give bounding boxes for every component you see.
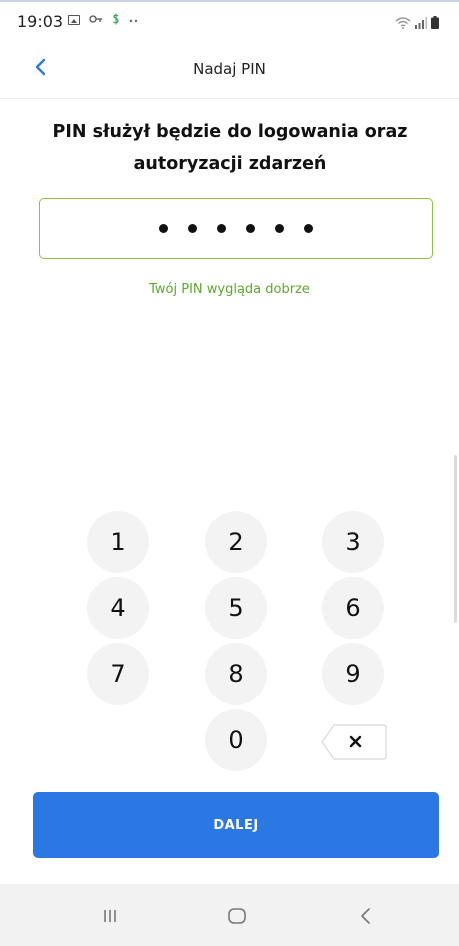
signal-icon <box>415 14 427 33</box>
keypad-key-1[interactable]: 1 <box>87 511 149 573</box>
status-time: 19:03 <box>17 12 64 31</box>
more-notifications-icon <box>129 14 139 26</box>
keypad-key-8[interactable]: 8 <box>205 643 267 705</box>
pin-instructions: PIN służył będzie do logowania oraz auto… <box>40 116 420 180</box>
nav-back-icon[interactable] <box>354 904 378 928</box>
pin-input-field[interactable] <box>39 198 433 259</box>
home-icon[interactable] <box>225 904 249 928</box>
keypad-key-6[interactable]: 6 <box>322 577 384 639</box>
recent-apps-icon[interactable] <box>98 904 122 928</box>
keypad-key-3[interactable]: 3 <box>322 511 384 573</box>
wifi-icon <box>395 14 411 33</box>
app-header: Nadaj PIN <box>0 46 459 99</box>
keypad-key-2[interactable]: 2 <box>205 511 267 573</box>
status-bar: 19:03 <box>0 0 459 46</box>
pin-dot <box>304 224 313 233</box>
status-notification-icons <box>68 13 139 27</box>
backspace-icon[interactable] <box>320 723 388 761</box>
keypad-key-4[interactable]: 4 <box>87 577 149 639</box>
pin-validation-message: Twój PIN wygląda dobrze <box>149 282 310 297</box>
pin-dot <box>275 224 284 233</box>
pin-dot <box>159 224 168 233</box>
page-title: Nadaj PIN <box>193 60 266 78</box>
pin-instructions-line-1: PIN służył będzie do logowania oraz <box>52 122 408 142</box>
keypad-key-0[interactable]: 0 <box>205 709 267 771</box>
gallery-notification-icon <box>68 15 80 25</box>
system-navigation-bar <box>0 884 459 946</box>
next-button[interactable]: DALEJ <box>33 792 439 858</box>
pin-dot <box>217 224 226 233</box>
keypad-key-9[interactable]: 9 <box>322 643 384 705</box>
pin-dot <box>246 224 255 233</box>
scrollbar <box>454 455 457 623</box>
key-notification-icon <box>89 14 103 27</box>
battery-icon <box>431 14 439 33</box>
keypad-key-5[interactable]: 5 <box>205 577 267 639</box>
pin-dot <box>188 224 197 233</box>
pin-instructions-line-2: autoryzacji zdarzeń <box>133 154 327 174</box>
money-notification-icon <box>112 13 120 27</box>
status-system-icons <box>395 14 439 33</box>
pin-dots <box>40 199 432 258</box>
keypad-key-7[interactable]: 7 <box>87 643 149 705</box>
